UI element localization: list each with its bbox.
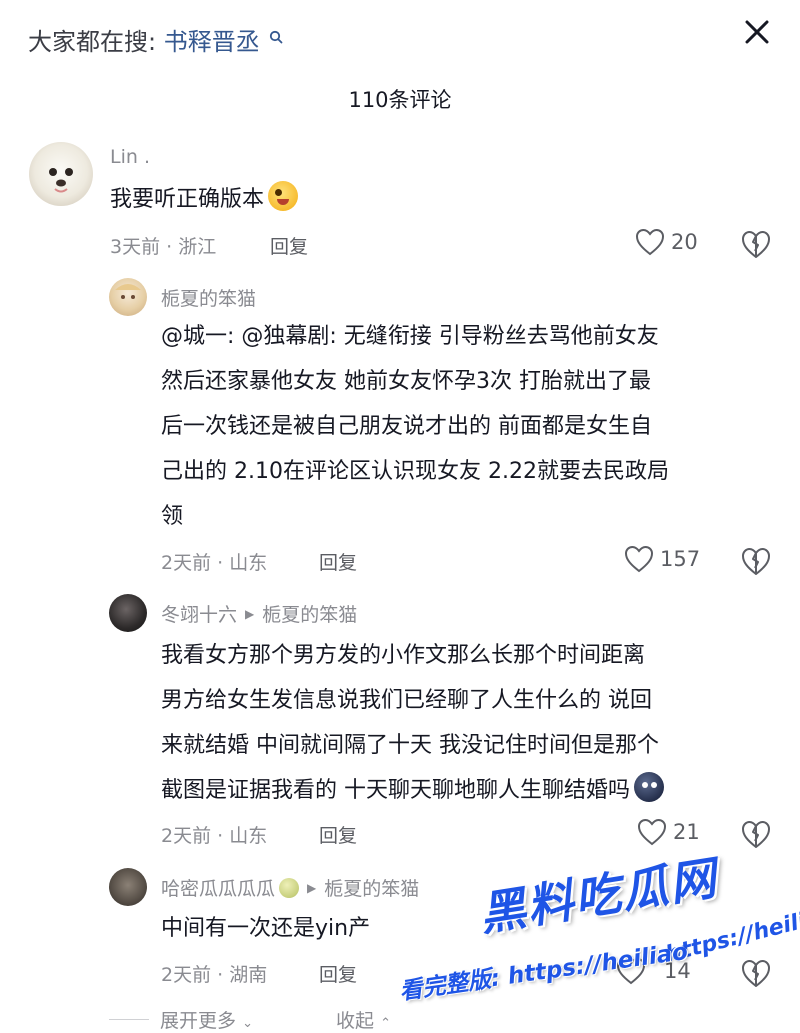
reply-arrow-icon: ▶ <box>245 607 255 621</box>
comment-text: @城一: @独幕剧: 无缝衔接 引导粉丝去骂他前女友 然后还家暴他女友 她前女友… <box>161 324 669 529</box>
collapse-button[interactable]: 收起 ⌃ <box>336 1006 391 1033</box>
comment-time-location: 2天前 · 湖南 <box>161 964 268 986</box>
reply-button[interactable]: 回复 <box>270 232 308 259</box>
dislike-button[interactable] <box>740 229 772 259</box>
reply-arrow-icon: ▶ <box>307 881 317 895</box>
broken-heart-icon <box>742 960 770 987</box>
watermark-tagline: 看完整版: https://heiliao <box>398 938 690 1006</box>
broken-heart-icon <box>742 821 770 848</box>
like-button[interactable]: 20 <box>635 228 698 256</box>
reply-button[interactable]: 回复 <box>319 821 357 848</box>
heart-icon <box>635 228 665 256</box>
username[interactable]: 冬翊十六 ▶ 栀夏的笨猫 <box>161 600 357 627</box>
reply-button[interactable]: 回复 <box>319 548 357 575</box>
like-count: 20 <box>671 230 698 254</box>
reply-to-user[interactable]: 栀夏的笨猫 <box>324 878 419 900</box>
avatar[interactable] <box>29 142 93 206</box>
username[interactable]: Lin . <box>110 146 150 168</box>
close-button[interactable] <box>735 12 779 56</box>
comment-text: 中间有一次还是yin产 <box>161 916 371 941</box>
avatar[interactable] <box>109 594 147 632</box>
reply-to-user[interactable]: 栀夏的笨猫 <box>262 604 357 626</box>
search-icon <box>269 29 283 48</box>
expand-more-button[interactable]: 展开更多 ⌄ <box>160 1006 253 1033</box>
search-prefix: 大家都在搜: <box>28 28 157 56</box>
username[interactable]: 哈密瓜瓜瓜瓜 ▶ 栀夏的笨猫 <box>161 874 419 901</box>
comment-time-location: 3天前 · 浙江 <box>110 236 217 258</box>
top-bar: 大家都在搜: 书释晋丞 <box>0 0 800 76</box>
dislike-button[interactable] <box>740 958 772 988</box>
avatar[interactable] <box>109 278 147 316</box>
heart-icon <box>624 545 654 573</box>
like-count: 157 <box>660 547 701 571</box>
broken-heart-icon <box>742 548 770 575</box>
reply-button[interactable]: 回复 <box>319 960 357 987</box>
username[interactable]: 栀夏的笨猫 <box>161 284 256 311</box>
heart-icon <box>637 818 667 846</box>
face-emoji <box>268 181 299 211</box>
like-button[interactable]: 157 <box>624 545 700 573</box>
comment-count: 110条评论 <box>348 88 452 112</box>
face-emoji <box>634 772 664 802</box>
melon-emoji <box>279 878 300 898</box>
comment-time-location: 2天前 · 山东 <box>161 552 268 574</box>
divider <box>109 1019 149 1020</box>
like-button[interactable]: 21 <box>637 818 700 846</box>
avatar[interactable] <box>109 868 147 906</box>
comment-time-location: 2天前 · 山东 <box>161 825 268 847</box>
comment-text: 我看女方那个男方发的小作文那么长那个时间距离 男方给女生发信息说我们已经聊了人生… <box>161 633 761 813</box>
search-keyword[interactable]: 书释晋丞 <box>164 28 260 56</box>
watermark-brand: 黑料吃瓜网 <box>475 850 722 942</box>
search-suggestion[interactable]: 大家都在搜: 书释晋丞 <box>28 22 283 57</box>
close-icon <box>745 20 769 44</box>
dislike-button[interactable] <box>740 819 772 849</box>
like-count: 21 <box>673 820 700 844</box>
dislike-button[interactable] <box>740 546 772 576</box>
comment-text: 我要听正确版本 <box>110 177 299 222</box>
broken-heart-icon <box>742 231 770 258</box>
